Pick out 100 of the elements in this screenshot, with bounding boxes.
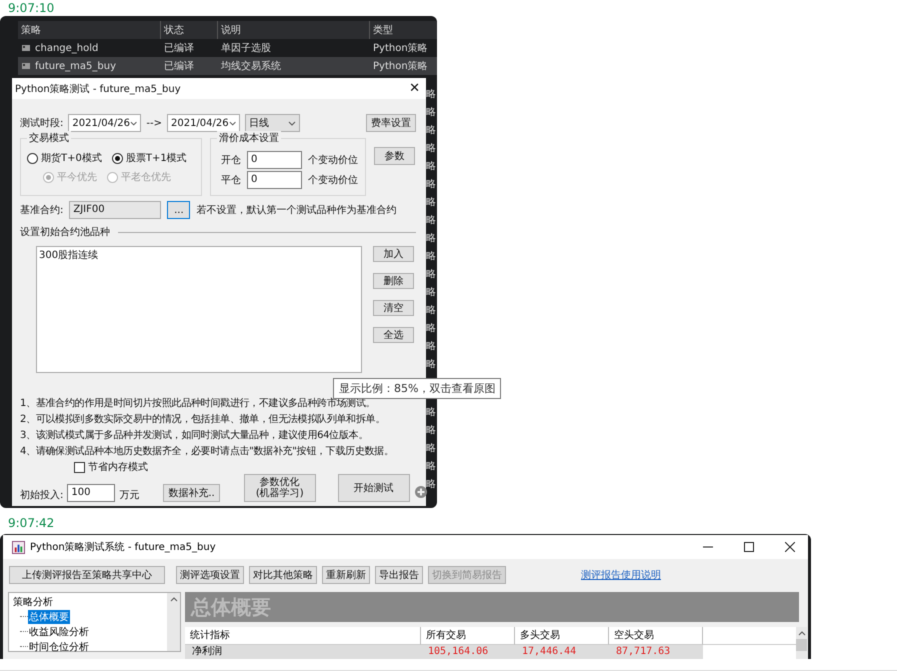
table-cell: future_ma5_buy	[35, 60, 116, 72]
optimize-button[interactable]: 参数优化 (机器学习)	[244, 474, 316, 502]
table-cell-text: 略	[426, 88, 437, 102]
section-title: 设置初始合约池品种	[20, 226, 110, 239]
benchmark-label: 基准合约:	[20, 204, 64, 217]
strategy-row[interactable]: change_hold 已编译 单因子选股 Python策略	[18, 39, 437, 57]
scrollbar[interactable]	[796, 627, 807, 659]
note-text: 3、该测试模式属于多品种并发测试，如同时测试大量品种，建议使用64位版本。	[20, 428, 368, 443]
input-field[interactable]: 0	[247, 171, 302, 189]
table-cell-text: 均线交易系统	[220, 60, 282, 73]
start-date-field[interactable]: 2021/04/26	[68, 114, 142, 132]
radio-option[interactable]: 股票T+1模式	[112, 151, 187, 165]
upload-button[interactable]: 上传测评报告至策略共享中心	[9, 566, 165, 584]
column-header[interactable]: 类型	[370, 21, 430, 39]
fee-settings-button[interactable]: 费率设置	[366, 114, 416, 132]
note-text: 2、可以模拟到多数实际交易中的情况，包括挂单、撤单，但无法模拟队列单和拆单。	[20, 412, 385, 427]
chevron-down-icon	[228, 120, 236, 126]
window-title: Python策略测试系统 - future_ma5_buy	[30, 540, 216, 554]
tree-item[interactable]: 策略分析	[13, 595, 53, 609]
initial-field[interactable]: 100	[67, 484, 116, 502]
benchmark-field[interactable]: ZJIF00	[69, 201, 162, 219]
table-cell-text: 略	[426, 304, 437, 318]
start-test-button[interactable]: 开始测试	[338, 474, 410, 502]
column-header[interactable]: 策略	[18, 21, 161, 39]
message-time: 9:07:10	[7, 0, 56, 16]
close-button[interactable]: ✕	[409, 81, 420, 96]
initial-label: 初始投入:	[20, 488, 64, 502]
list-item[interactable]: 300股指连续	[39, 248, 98, 262]
field-label: 开仓	[221, 154, 241, 167]
table-cell-text: 略	[426, 460, 437, 474]
memory-checkbox[interactable]: 节省内存模式	[74, 460, 148, 474]
column-header[interactable]: 状态	[161, 21, 218, 39]
browse-button[interactable]: ...	[167, 201, 190, 219]
pool-button[interactable]: 清空	[373, 300, 414, 316]
tooltip: 显示比例：85%，双击查看原图	[333, 378, 502, 399]
table-cell-text: 略	[426, 178, 437, 192]
table-cell-text: 略	[426, 268, 437, 282]
table-cell: 87,717.63	[609, 645, 703, 659]
table-cell-text: 已编译	[163, 60, 195, 73]
table-cell-text: 略	[426, 142, 437, 156]
chevron-down-icon	[130, 120, 138, 126]
column-header[interactable]: 说明	[218, 21, 370, 39]
script-icon	[21, 61, 31, 71]
table-cell-text: 略	[426, 424, 437, 438]
table-cell-text: 略	[426, 286, 437, 300]
table-cell-text: 略	[426, 124, 437, 138]
period-label: 测试时段:	[20, 116, 64, 130]
period-dropdown[interactable]: 日线	[244, 114, 300, 132]
pool-button[interactable]: 全选	[373, 327, 414, 343]
toolbar-button[interactable]: 导出报告	[375, 566, 423, 584]
table-cell-text: 略	[426, 442, 437, 456]
table-cell: 105,164.06	[421, 645, 515, 659]
table-cell-text: 略	[426, 232, 437, 246]
toolbar-button[interactable]: 重新刷新	[322, 566, 370, 584]
benchmark-hint: 若不设置，默认第一个测试品种作为基准合约	[196, 204, 396, 217]
table-cell: change_hold	[35, 42, 98, 54]
params-button[interactable]: 参数	[374, 147, 415, 165]
maximize-icon[interactable]	[744, 542, 754, 552]
chart-icon	[12, 540, 25, 554]
unit-label: 个变动价位	[308, 174, 358, 187]
toolbar-button[interactable]: 测评选项设置	[176, 566, 244, 584]
help-link[interactable]: 测评报告使用说明	[581, 568, 661, 582]
table-cell-text: 略	[426, 250, 437, 264]
tree-item[interactable]: 时间仓位分析	[28, 640, 90, 654]
table-cell-text: 已编译	[163, 42, 195, 55]
unit-label: 个变动价位	[308, 154, 358, 167]
scrollbar[interactable]	[167, 593, 180, 651]
end-date-field[interactable]: 2021/04/26	[166, 114, 240, 132]
group-title: 滑价成本设置	[217, 131, 281, 145]
close-icon[interactable]	[785, 542, 795, 552]
pool-button[interactable]: 删除	[373, 273, 414, 289]
pool-button[interactable]: 加入	[373, 246, 414, 262]
note-text: 4、请确保测试品种本地历史数据齐全，必要时请点击"数据补充"按钮，下载历史数据。	[20, 444, 394, 459]
table-cell-text: 略	[426, 358, 437, 372]
table-cell-text: 略	[426, 322, 437, 336]
table-cell-text: 略	[426, 406, 437, 420]
radio-option[interactable]: 期货T+0模式	[27, 151, 102, 165]
scroll-up-icon[interactable]	[170, 597, 178, 602]
data-supplement-button[interactable]: 数据补充..	[163, 484, 220, 502]
tree-item[interactable]: 收益风险分析	[28, 624, 90, 638]
table-cell-text: Python策略	[372, 60, 429, 73]
table-cell-text: 略	[426, 478, 437, 492]
group-title: 交易模式	[27, 131, 71, 145]
table-cell: 净利润	[185, 645, 421, 659]
tree-item[interactable]: 总体概要	[28, 610, 70, 624]
script-icon	[21, 43, 31, 53]
scroll-up-icon[interactable]	[798, 631, 806, 636]
chevron-down-icon	[288, 120, 296, 126]
unit-label: 万元	[119, 489, 140, 502]
dialog-title: Python策略测试 - future_ma5_buy	[15, 82, 181, 96]
strategy-row[interactable]: future_ma5_buy 已编译 均线交易系统 Python策略	[18, 57, 437, 75]
input-field[interactable]: 0	[247, 151, 302, 169]
table-cell-text: 单因子选股	[220, 42, 272, 55]
field-label: 平仓	[221, 174, 241, 187]
range-arrow: -->	[146, 118, 162, 128]
table-cell-text: 略	[426, 160, 437, 174]
table-cell: 17,446.44	[515, 645, 609, 659]
table-cell-text: 略	[426, 214, 437, 228]
message-time: 9:07:42	[7, 515, 56, 532]
toolbar-button[interactable]: 对比其他策略	[249, 566, 317, 584]
